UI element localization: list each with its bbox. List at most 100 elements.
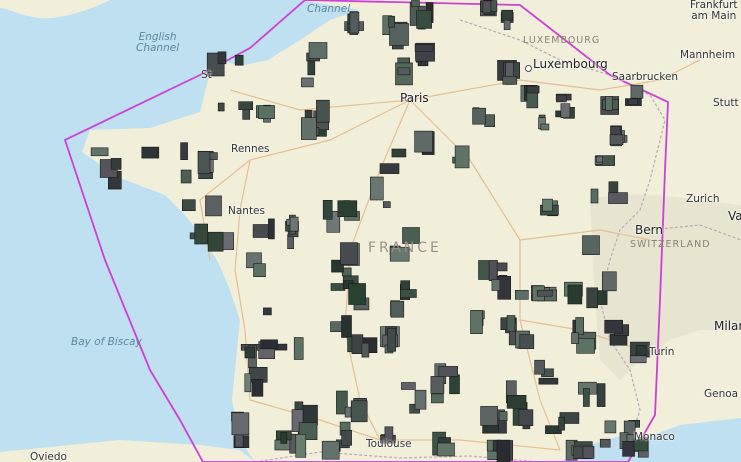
imagery-tile[interactable]	[628, 98, 638, 106]
imagery-tile[interactable]	[536, 289, 553, 297]
imagery-tile[interactable]	[431, 393, 444, 404]
imagery-tile[interactable]	[307, 60, 316, 76]
imagery-tile[interactable]	[491, 279, 501, 291]
imagery-tile[interactable]	[411, 0, 420, 7]
imagery-tile[interactable]	[609, 134, 624, 146]
imagery-tile[interactable]	[301, 77, 314, 88]
imagery-tile[interactable]	[586, 287, 599, 309]
imagery-tile[interactable]	[244, 346, 256, 359]
imagery-tile[interactable]	[322, 200, 333, 220]
imagery-tile[interactable]	[556, 94, 567, 103]
imagery-tile[interactable]	[340, 242, 358, 265]
imagery-tile[interactable]	[110, 158, 122, 170]
imagery-tile[interactable]	[252, 224, 271, 238]
imagery-tile[interactable]	[518, 409, 534, 427]
imagery-tile[interactable]	[540, 123, 550, 131]
imagery-tile[interactable]	[502, 76, 518, 85]
imagery-tile[interactable]	[482, 424, 499, 434]
imagery-tile[interactable]	[205, 195, 222, 217]
imagery-tile[interactable]	[234, 54, 244, 66]
imagery-tile[interactable]	[348, 283, 366, 305]
imagery-tile[interactable]	[268, 218, 275, 240]
imagery-tile[interactable]	[583, 388, 590, 407]
imagery-tile[interactable]	[194, 223, 208, 245]
imagery-tile[interactable]	[391, 148, 407, 158]
imagery-tile[interactable]	[480, 406, 498, 426]
imagery-tile[interactable]	[289, 216, 299, 232]
imagery-tile[interactable]	[300, 117, 317, 140]
imagery-tile[interactable]	[454, 145, 470, 169]
imagery-tile[interactable]	[416, 10, 432, 29]
imagery-tile[interactable]	[90, 147, 109, 157]
imagery-tile[interactable]	[622, 440, 635, 457]
imagery-tile[interactable]	[604, 319, 624, 334]
imagery-tile[interactable]	[596, 383, 606, 407]
imagery-tile[interactable]	[337, 200, 358, 217]
imagery-tile[interactable]	[361, 342, 370, 358]
imagery-tile[interactable]	[538, 377, 559, 385]
imagery-tile[interactable]	[349, 11, 360, 34]
imagery-tile[interactable]	[582, 235, 600, 255]
imagery-tile[interactable]	[400, 289, 417, 298]
imagery-tile[interactable]	[604, 420, 617, 434]
imagery-tile[interactable]	[253, 263, 266, 278]
imagery-tile[interactable]	[251, 378, 264, 397]
imagery-tile[interactable]	[430, 376, 445, 394]
imagery-tile[interactable]	[534, 359, 545, 375]
imagery-tile[interactable]	[488, 260, 498, 282]
imagery-tile[interactable]	[575, 317, 585, 335]
imagery-tile[interactable]	[501, 9, 513, 21]
imagery-tile[interactable]	[496, 439, 511, 462]
imagery-tile[interactable]	[141, 146, 160, 159]
imagery-tile[interactable]	[498, 411, 508, 421]
imagery-tile[interactable]	[484, 114, 496, 127]
imagery-tile[interactable]	[514, 289, 529, 300]
imagery-tile[interactable]	[351, 334, 364, 355]
imagery-tile[interactable]	[330, 283, 346, 291]
imagery-tile[interactable]	[244, 373, 252, 393]
imagery-tile[interactable]	[388, 15, 395, 28]
imagery-tile[interactable]	[526, 85, 540, 94]
imagery-tile[interactable]	[414, 130, 433, 153]
imagery-tile[interactable]	[207, 231, 224, 252]
imagery-tile[interactable]	[182, 199, 196, 211]
imagery-tile[interactable]	[231, 412, 250, 436]
imagery-tile[interactable]	[542, 198, 553, 212]
imagery-tile[interactable]	[414, 389, 427, 410]
imagery-tile[interactable]	[567, 284, 583, 305]
imagery-tile[interactable]	[295, 433, 307, 458]
imagery-tile[interactable]	[608, 192, 628, 204]
imagery-tile[interactable]	[401, 382, 416, 390]
imagery-tile[interactable]	[350, 400, 368, 423]
imagery-tile[interactable]	[382, 201, 391, 208]
imagery-tile[interactable]	[414, 43, 434, 52]
imagery-tile[interactable]	[217, 51, 227, 65]
imagery-tile[interactable]	[506, 315, 516, 332]
imagery-tile[interactable]	[560, 103, 571, 118]
imagery-tile[interactable]	[238, 101, 253, 110]
imagery-tile[interactable]	[258, 105, 275, 119]
imagery-tile[interactable]	[482, 0, 492, 14]
imagery-tile[interactable]	[629, 355, 647, 364]
imagery-tile[interactable]	[558, 416, 565, 431]
imagery-tile[interactable]	[601, 271, 617, 292]
imagery-tile[interactable]	[630, 84, 644, 99]
imagery-tile[interactable]	[280, 432, 288, 444]
imagery-tile[interactable]	[449, 374, 460, 395]
imagery-tile[interactable]	[506, 394, 527, 409]
imagery-tile[interactable]	[470, 310, 483, 335]
imagery-tile[interactable]	[472, 107, 486, 125]
imagery-tile[interactable]	[596, 155, 603, 163]
imagery-tile[interactable]	[519, 334, 535, 349]
imagery-tile[interactable]	[387, 327, 397, 352]
imagery-tile[interactable]	[316, 99, 330, 123]
imagery-tile[interactable]	[582, 445, 595, 459]
imagery-tile[interactable]	[571, 332, 579, 345]
imagery-tile[interactable]	[390, 300, 405, 318]
imagery-tile[interactable]	[397, 67, 411, 76]
imagery-tile[interactable]	[437, 442, 455, 457]
imagery-tile[interactable]	[180, 169, 192, 184]
map-view[interactable]: English Channel Channel Bay of Biscay LU…	[0, 0, 741, 462]
imagery-tile[interactable]	[344, 406, 352, 418]
imagery-tile[interactable]	[379, 163, 400, 174]
